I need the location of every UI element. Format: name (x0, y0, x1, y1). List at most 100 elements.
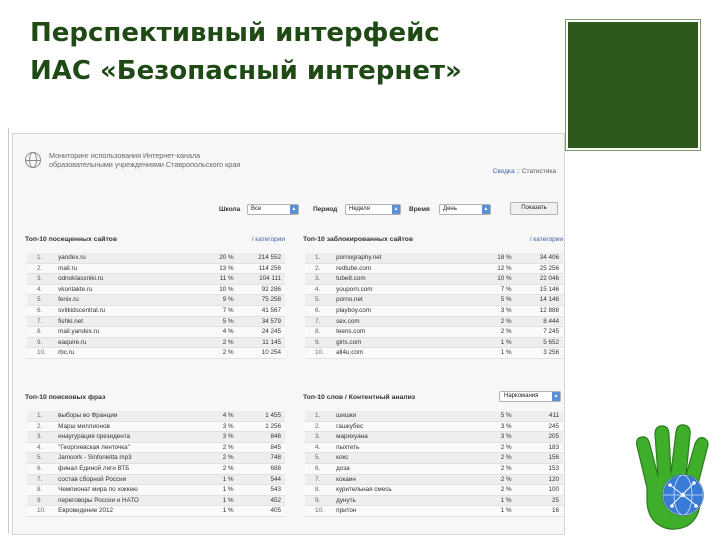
row-count: 34 406 (513, 253, 563, 264)
row-number: 7. (305, 474, 335, 486)
row-name: odnoklassniki.ru (56, 273, 205, 285)
row-name: fishki.net (56, 316, 205, 328)
row-percent: 3 % (482, 305, 514, 317)
content-category-select[interactable]: Наркомания ▲ (499, 391, 561, 402)
row-name: youporn.com (334, 284, 483, 296)
row-number: 5. (305, 294, 335, 306)
select-arrow-icon: ▲ (552, 392, 560, 401)
row-name: eaquire.ru (56, 337, 205, 349)
blocked-sites-title: Топ-10 заблокированных сайтов (303, 236, 413, 243)
row-count: 100 (513, 484, 563, 496)
content-words-title: Топ-10 слов / Контентный анализ (303, 394, 416, 401)
row-number: 5. (27, 452, 57, 464)
school-select[interactable]: Все ▲ (247, 204, 299, 215)
green-hand-icon (635, 424, 709, 530)
row-name: кокаин (334, 474, 483, 486)
row-count: 452 (235, 495, 285, 507)
row-number: 1. (305, 253, 335, 264)
period-select[interactable]: Неделя ▲ (345, 204, 401, 215)
row-percent: 5 % (482, 411, 514, 422)
row-name: финал Единой лиги ВТБ (56, 463, 205, 475)
row-percent: 1 % (204, 505, 236, 517)
row-count: 153 (513, 463, 563, 475)
table-row: 4. youporn.com 7 % 15 146 (305, 284, 563, 296)
row-number: 3. (27, 431, 57, 443)
row-percent: 4 % (204, 326, 236, 338)
row-count: 156 (513, 452, 563, 464)
row-number: 7. (27, 474, 57, 486)
row-count: 25 256 (513, 263, 563, 275)
row-name: выборы во Франции (56, 411, 205, 422)
row-count: 34 579 (235, 316, 285, 328)
row-percent: 11 % (204, 273, 236, 285)
table-row: 4. "Георгиевская ленточка" 2 % 845 (27, 442, 285, 454)
row-number: 1. (27, 411, 57, 422)
row-count: 183 (513, 442, 563, 454)
row-name: пыхтеть (334, 442, 483, 454)
row-percent: 1 % (482, 505, 514, 517)
row-name: playboy.com (334, 305, 483, 317)
row-count: 15 146 (513, 284, 563, 296)
hand-globe-icon (635, 424, 709, 530)
row-number: 1. (27, 253, 57, 264)
row-count: 75 258 (235, 294, 285, 306)
row-count: 22 046 (513, 273, 563, 285)
row-name: mail.ru (56, 263, 205, 275)
row-number: 3. (27, 273, 57, 285)
row-number: 3. (305, 273, 335, 285)
row-count: 205 (513, 431, 563, 443)
row-number: 4. (27, 284, 57, 296)
table-row: 4. пыхтеть 2 % 183 (305, 442, 563, 454)
row-percent: 1 % (482, 347, 514, 359)
row-count: 12 888 (513, 305, 563, 317)
content-category-value: Наркомания (504, 393, 539, 399)
time-select[interactable]: День ▲ (439, 204, 491, 215)
select-arrow-icon: ▲ (482, 205, 490, 214)
app-title-line1: Мониторинг использования Интернет-канала (49, 151, 201, 160)
visited-categories-link[interactable]: / категории (252, 236, 285, 243)
row-name: Чемпионат мира по хоккею (56, 484, 205, 496)
row-number: 6. (305, 463, 335, 475)
blocked-sites-panel: Топ-10 заблокированных сайтов / категори… (303, 236, 563, 366)
row-count: 11 145 (235, 337, 285, 349)
slide-title-line2: ИАС «Безопасный интернет» (30, 56, 462, 86)
row-number: 9. (305, 495, 335, 507)
network-globe-icon (662, 474, 704, 516)
row-percent: 5 % (482, 294, 514, 306)
school-select-value: Все (251, 206, 262, 212)
row-number: 4. (27, 442, 57, 454)
row-percent: 10 % (482, 273, 514, 285)
row-percent: 3 % (204, 431, 236, 443)
row-count: 544 (235, 474, 285, 486)
app-screenshot: Мониторинг использования Интернет-канала… (12, 133, 565, 535)
row-percent: 2 % (482, 474, 514, 486)
row-percent: 9 % (204, 294, 236, 306)
table-row: 6. финал Единой лиги ВТБ 2 % 688 (27, 463, 285, 475)
table-row: 2. mail.ru 13 % 114 256 (27, 263, 285, 275)
row-number: 1. (305, 411, 335, 422)
row-count: 748 (235, 452, 285, 464)
row-count: 104 111 (235, 273, 285, 285)
content-words-panel: Топ-10 слов / Контентный анализ Наркоман… (303, 391, 563, 524)
row-name: кокс (334, 452, 483, 464)
table-row: 6. svitkidscentral.ru 7 % 41 567 (27, 305, 285, 317)
table-row: 2. Марш миллионов 3 % 1 256 (27, 421, 285, 433)
blocked-categories-link[interactable]: / категории (530, 236, 563, 243)
table-row: 1. yandex.ru 20 % 214 552 (27, 253, 285, 264)
row-number: 7. (27, 316, 57, 328)
nav-summary-link[interactable]: Сводка (493, 168, 515, 175)
visited-sites-title: Топ-10 посещенных сайтов (25, 236, 118, 243)
row-number: 2. (305, 421, 335, 433)
row-number: 10. (27, 505, 57, 517)
table-row: 5. fenix.ru 9 % 75 258 (27, 294, 285, 306)
row-percent: 7 % (482, 284, 514, 296)
row-percent: 13 % (204, 263, 236, 275)
nav-statistics-link[interactable]: Статистика (522, 168, 556, 175)
row-count: 114 256 (235, 263, 285, 275)
row-percent: 2 % (204, 463, 236, 475)
row-percent: 2 % (204, 442, 236, 454)
row-name: доза (334, 463, 483, 475)
row-count: 405 (235, 505, 285, 517)
green-decor-box (565, 19, 701, 151)
show-button[interactable]: Показать (510, 202, 558, 215)
